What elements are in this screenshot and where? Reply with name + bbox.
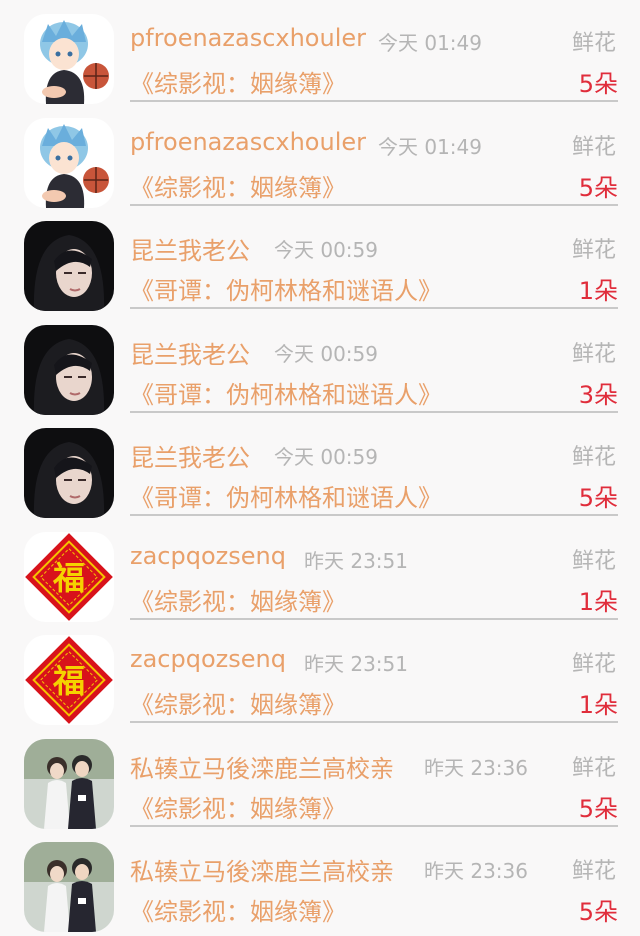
book-title[interactable]: 《综影视：姻缘簿》 [130, 789, 346, 824]
gift-type-label: 鲜花 [571, 652, 616, 677]
sender-name[interactable]: 私辏立马後滦鹿兰高校亲 [130, 852, 394, 887]
gift-time: 今天 01:49 [378, 31, 482, 55]
row-divider [130, 410, 618, 413]
sender-name[interactable]: 私辏立马後滦鹿兰高校亲 [130, 749, 394, 784]
sender-name[interactable]: pfroenazascxhouler [130, 24, 366, 52]
sender-name[interactable]: 昆兰我老公 [130, 231, 250, 266]
gift-type-label: 鲜花 [571, 134, 616, 160]
gift-time: 昨天 23:51 [304, 548, 408, 573]
gift-count: 5朵 [578, 484, 618, 512]
list-item[interactable]: 昆兰我老公 今天 00:59 鲜花 《哥谭：伪柯林格和谜语人》 3朵 [0, 311, 640, 415]
gift-count: 5朵 [578, 898, 618, 926]
sender-name[interactable]: pfroenazascxhouler [130, 128, 366, 156]
list-item[interactable]: 昆兰我老公 今天 00:59 鲜花 《哥谭：伪柯林格和谜语人》 1朵 [0, 207, 640, 311]
gift-type-label: 鲜花 [571, 445, 616, 470]
fu-char: 福 [52, 662, 85, 700]
book-title[interactable]: 《综影视：姻缘簿》 [130, 582, 346, 617]
anime-avatar-icon[interactable] [24, 14, 114, 104]
portrait-avatar-icon[interactable] [24, 428, 114, 518]
gift-time: 昨天 23:51 [304, 652, 408, 676]
row-divider [130, 307, 618, 309]
fu-avatar-icon[interactable]: 福 [24, 531, 114, 622]
gift-type-label: 鲜花 [571, 859, 616, 884]
gift-count: 1朵 [578, 277, 618, 305]
book-title[interactable]: 《哥谭：伪柯林格和谜语人》 [130, 478, 442, 513]
row-divider [130, 100, 618, 102]
list-item[interactable]: 福 zacpqozsenq 昨天 23:51 鲜花 《综影视：姻缘簿》 1朵 [0, 621, 640, 725]
gift-type-label: 鲜花 [571, 755, 616, 781]
couple-avatar-icon[interactable] [24, 842, 114, 932]
sender-name[interactable]: zacpqozsenq [130, 542, 286, 570]
list-item[interactable]: pfroenazascxhouler 今天 01:49 鲜花 《综影视：姻缘簿》… [0, 0, 640, 104]
row-divider [130, 824, 618, 827]
book-title[interactable]: 《综影视：姻缘簿》 [130, 892, 346, 927]
gift-count: 5朵 [578, 70, 618, 98]
list-item[interactable]: 私辏立马後滦鹿兰高校亲 昨天 23:36 鲜花 《综影视：姻缘簿》 5朵 [0, 828, 640, 932]
book-title[interactable]: 《哥谭：伪柯林格和谜语人》 [130, 271, 442, 306]
portrait-avatar-icon[interactable] [24, 221, 114, 311]
row-divider [130, 203, 618, 206]
anime-avatar-icon[interactable] [24, 117, 114, 208]
book-title[interactable]: 《综影视：姻缘簿》 [130, 168, 346, 203]
gift-type-label: 鲜花 [571, 341, 616, 367]
sender-name[interactable]: 昆兰我老公 [130, 438, 250, 473]
row-divider [130, 514, 618, 516]
gift-type-label: 鲜花 [571, 548, 616, 574]
gift-count: 3朵 [578, 380, 618, 409]
list-item[interactable]: 私辏立马後滦鹿兰高校亲 昨天 23:36 鲜花 《综影视：姻缘簿》 5朵 [0, 725, 640, 829]
gift-time: 今天 01:49 [378, 134, 482, 159]
gift-type-label: 鲜花 [571, 238, 616, 263]
fu-char: 福 [52, 559, 85, 597]
gift-time: 昨天 23:36 [424, 859, 528, 883]
fu-avatar-icon[interactable]: 福 [24, 635, 114, 725]
sender-name[interactable]: 昆兰我老公 [130, 335, 250, 370]
list-item[interactable]: 福 zacpqozsenq 昨天 23:51 鲜花 《综影视：姻缘簿》 1朵 [0, 518, 640, 622]
list-item[interactable]: 昆兰我老公 今天 00:59 鲜花 《哥谭：伪柯林格和谜语人》 5朵 [0, 414, 640, 518]
row-divider [130, 617, 618, 620]
gift-count: 5朵 [578, 173, 618, 202]
gift-time: 今天 00:59 [274, 238, 378, 262]
book-title[interactable]: 《哥谭：伪柯林格和谜语人》 [130, 375, 442, 410]
row-divider [130, 721, 618, 723]
gift-time: 昨天 23:36 [424, 755, 528, 780]
book-title[interactable]: 《综影视：姻缘簿》 [130, 64, 346, 99]
gift-time: 今天 00:59 [274, 341, 378, 366]
gift-count: 1朵 [578, 587, 618, 616]
gift-type-label: 鲜花 [571, 31, 616, 56]
portrait-avatar-icon[interactable] [24, 324, 114, 415]
gift-count: 1朵 [578, 691, 618, 719]
sender-name[interactable]: zacpqozsenq [130, 645, 286, 673]
list-item[interactable]: pfroenazascxhouler 今天 01:49 鲜花 《综影视：姻缘簿》… [0, 104, 640, 208]
flower-gift-list: pfroenazascxhouler 今天 01:49 鲜花 《综影视：姻缘簿》… [0, 0, 640, 936]
gift-count: 5朵 [578, 794, 618, 823]
book-title[interactable]: 《综影视：姻缘簿》 [130, 685, 346, 720]
gift-time: 今天 00:59 [274, 445, 378, 469]
couple-avatar-icon[interactable] [24, 738, 114, 829]
